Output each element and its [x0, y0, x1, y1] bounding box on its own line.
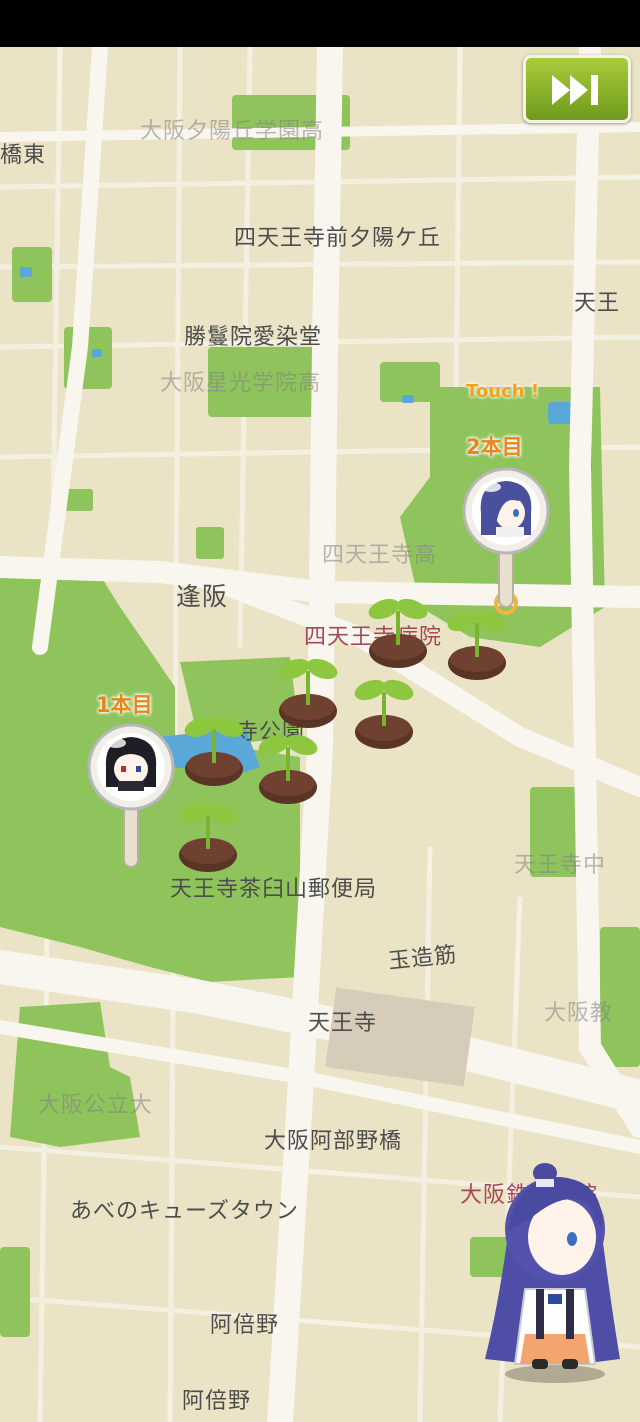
status-bar — [0, 0, 640, 47]
pin-2-label: 2本目 — [466, 435, 523, 459]
skip-button[interactable] — [523, 55, 631, 123]
touch-hint: Touch ! — [466, 381, 540, 402]
guide-character[interactable] — [470, 1159, 640, 1389]
sprout-icon — [255, 731, 321, 804]
sprout-icon — [181, 713, 247, 786]
sprout-icon — [175, 799, 241, 872]
pin-1-label: 1本目 — [96, 693, 153, 717]
sprout-icon — [275, 655, 341, 728]
map-view[interactable]: 大阪夕陽丘学園高 橋東 四天王寺前夕陽ケ丘 天王 勝鬘院愛染堂 大阪星光学院高 … — [0, 47, 640, 1422]
sprout-icon — [351, 676, 417, 749]
pin-1[interactable] — [84, 721, 180, 871]
fast-forward-icon — [552, 75, 598, 105]
sprout-icon — [444, 607, 510, 680]
sprout-icon — [365, 595, 431, 668]
pin-2[interactable] — [456, 465, 552, 615]
